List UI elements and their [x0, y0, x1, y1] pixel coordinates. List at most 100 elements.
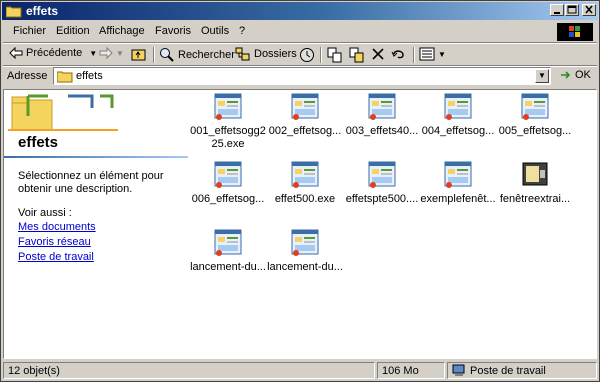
file-item[interactable]: 004_effetsog... [418, 92, 498, 138]
back-arrow-icon [9, 47, 23, 59]
link-mes-documents[interactable]: Mes documents [18, 221, 96, 233]
views-icon [419, 47, 435, 61]
status-size-pane: 106 Mo [377, 362, 445, 379]
search-button[interactable]: Rechercher [159, 47, 235, 63]
status-bar: 12 objet(s) 106 Mo Poste de travail [3, 361, 597, 381]
exe-app-icon [443, 160, 473, 190]
address-bar: Adresse effets ▼ OK [3, 67, 597, 87]
folder-icon [6, 6, 22, 18]
history-icon [300, 48, 314, 62]
back-label: Précédente [26, 47, 83, 59]
close-button[interactable] [582, 4, 596, 16]
exe-app-icon [290, 92, 320, 122]
title-bar[interactable]: effets [2, 2, 598, 20]
forward-button[interactable]: ▼ [99, 47, 124, 59]
address-label: Adresse [7, 70, 48, 82]
exe-app-icon [213, 160, 243, 190]
folders-button[interactable]: Dossiers [235, 47, 297, 61]
file-label: 001_effetsogg2 [190, 125, 266, 137]
menu-bar: Fichier Edition Affichage Favoris Outils… [3, 22, 597, 42]
toolbar: Précédente ▼ ▼ Rechercher Dossiers ▼ [3, 44, 597, 66]
file-item[interactable]: 001_effetsogg2 25.exe [188, 92, 268, 151]
back-button[interactable]: Précédente ▼ [9, 47, 97, 59]
file-item[interactable]: effetspte500.... [342, 160, 422, 206]
file-label: 004_effetsog... [421, 125, 495, 137]
menu-help[interactable]: ? [239, 25, 245, 37]
address-value: effets [76, 70, 103, 82]
link-favoris-reseau[interactable]: Favoris réseau [18, 236, 91, 248]
file-item[interactable]: 002_effetsog... [265, 92, 345, 138]
menu-outils[interactable]: Outils [201, 25, 229, 37]
undo-button[interactable] [391, 47, 407, 61]
views-button[interactable]: ▼ [419, 47, 446, 61]
undo-icon [391, 50, 404, 59]
copy-to-button[interactable] [349, 47, 365, 63]
status-count: 12 objet(s) [8, 365, 60, 377]
menu-affichage[interactable]: Affichage [99, 25, 145, 37]
toolbar-separator [153, 47, 155, 63]
back-dropdown-icon[interactable]: ▼ [89, 49, 97, 58]
windows-flag-icon [569, 26, 580, 37]
pane-title: effets [18, 134, 59, 151]
status-location: Poste de travail [470, 365, 546, 377]
see-also-label: Voir aussi : [18, 207, 72, 219]
exe-app-icon [520, 92, 550, 122]
file-label: fenêtreextrai... [499, 193, 571, 205]
address-dropdown-button[interactable]: ▼ [535, 69, 549, 83]
exe-app-icon [290, 160, 320, 190]
file-item[interactable]: fenêtreextrai... [495, 160, 575, 206]
copy-to-icon [349, 47, 364, 63]
file-label: lancement-du... [267, 261, 343, 273]
pane-description: Sélectionnez un élément pour obtenir une… [18, 170, 164, 195]
move-to-button[interactable] [327, 47, 343, 63]
toolbar-separator [413, 47, 415, 63]
file-label: 003_effets40... [345, 125, 419, 137]
status-count-pane: 12 objet(s) [3, 362, 375, 379]
file-item[interactable]: effet500.exe [265, 160, 345, 206]
maximize-button[interactable] [565, 4, 579, 16]
up-folder-button[interactable] [131, 47, 147, 61]
maximize-icon [567, 5, 577, 14]
minimize-button[interactable] [550, 4, 564, 16]
file-item[interactable]: 006_effetsog... [188, 160, 268, 206]
go-arrow-icon [561, 71, 571, 79]
dark-app-icon [520, 160, 550, 190]
file-label: exemplefenêt... [420, 193, 496, 205]
exe-app-icon [367, 160, 397, 190]
search-label: Rechercher [178, 49, 235, 61]
folder-banner-icon [8, 94, 118, 131]
status-location-pane: Poste de travail [447, 362, 597, 379]
minimize-icon [554, 12, 560, 14]
file-label: effetspte500.... [345, 193, 419, 205]
close-icon [585, 5, 593, 14]
forward-arrow-icon [99, 47, 113, 59]
up-folder-icon [131, 49, 146, 61]
file-label: 002_effetsog... [268, 125, 342, 137]
menu-favoris[interactable]: Favoris [155, 25, 191, 37]
file-item[interactable]: lancement-du... [188, 228, 268, 274]
go-label: OK [575, 69, 591, 81]
menu-fichier[interactable]: Fichier [13, 25, 46, 37]
file-item[interactable]: 003_effets40... [342, 92, 422, 138]
history-button[interactable] [299, 47, 315, 63]
file-label-line2: 25.exe [211, 138, 245, 150]
search-icon [160, 48, 174, 62]
computer-icon [452, 364, 465, 376]
file-item[interactable]: 005_effetsog... [495, 92, 575, 138]
file-item[interactable]: exemplefenêt... [418, 160, 498, 206]
link-poste-de-travail[interactable]: Poste de travail [18, 251, 94, 263]
address-input[interactable]: effets ▼ [53, 67, 551, 85]
status-size: 106 Mo [382, 365, 419, 377]
go-button[interactable]: OK [559, 69, 591, 81]
folder-icon [57, 71, 73, 83]
file-label: 005_effetsog... [498, 125, 572, 137]
folder-view: effets Sélectionnez un élément pour obte… [3, 89, 597, 359]
views-dropdown-icon[interactable]: ▼ [438, 50, 446, 59]
forward-dropdown-icon[interactable]: ▼ [116, 49, 124, 58]
file-item[interactable]: lancement-du... [265, 228, 345, 274]
exe-app-icon [290, 228, 320, 258]
exe-app-icon [213, 228, 243, 258]
exe-app-icon [213, 92, 243, 122]
delete-button[interactable] [371, 47, 385, 61]
menu-edition[interactable]: Edition [56, 25, 90, 37]
